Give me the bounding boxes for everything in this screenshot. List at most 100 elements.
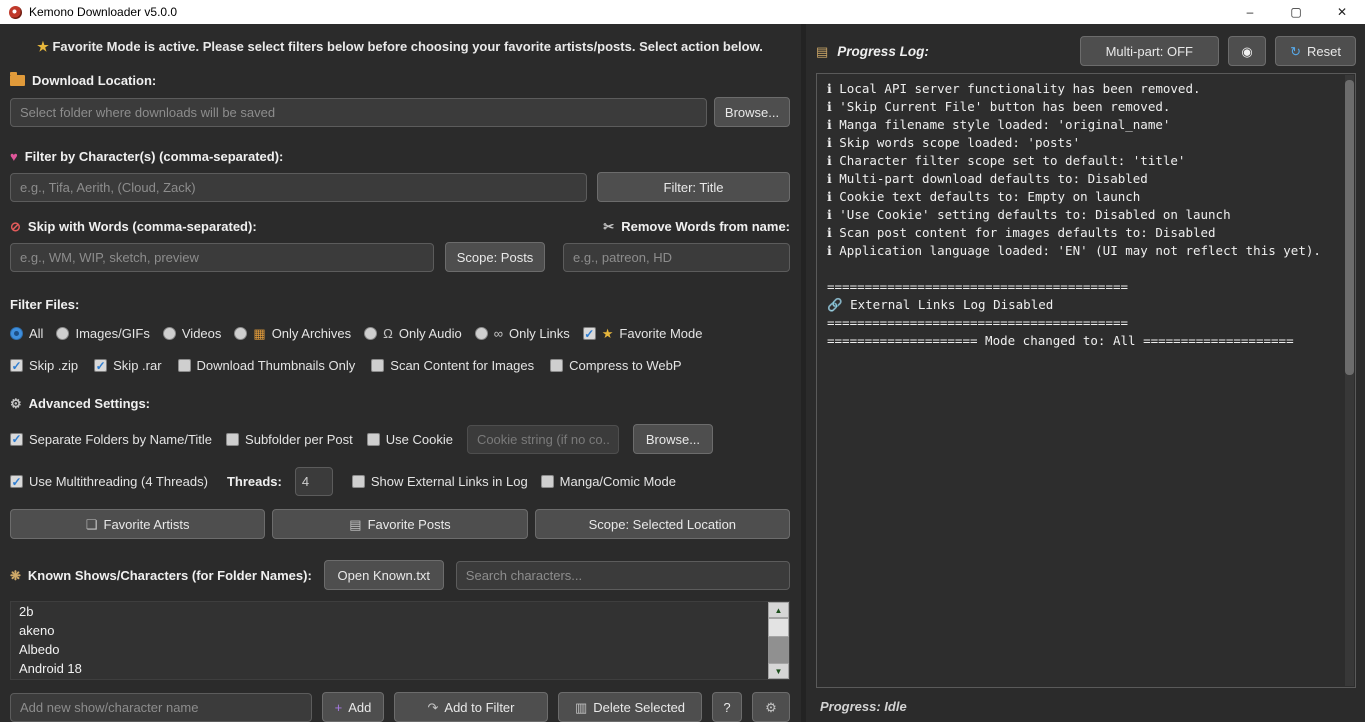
star-icon: ★ bbox=[602, 327, 614, 340]
trash-icon: ▥ bbox=[575, 701, 587, 714]
download-location-input[interactable] bbox=[10, 98, 707, 127]
checkbox-download-thumbnails[interactable]: Download Thumbnails Only bbox=[178, 358, 356, 373]
window-controls: – ▢ ✕ bbox=[1227, 0, 1365, 24]
arrow-icon: ↷ bbox=[428, 701, 439, 714]
radio-only-links[interactable]: ∞ Only Links bbox=[475, 326, 570, 341]
list-item[interactable]: Android 21 bbox=[11, 678, 789, 680]
radio-dot bbox=[475, 327, 488, 340]
log-scrollbar[interactable] bbox=[1345, 75, 1354, 686]
checkbox-box bbox=[10, 433, 23, 446]
remove-words-input[interactable] bbox=[563, 243, 790, 272]
checkbox-use-multithreading[interactable]: Use Multithreading (4 Threads) bbox=[10, 474, 208, 489]
radio-images-gifs[interactable]: Images/GIFs bbox=[56, 326, 149, 341]
favorite-scope-button[interactable]: Scope: Selected Location bbox=[535, 509, 790, 539]
add-button[interactable]: + Add bbox=[322, 692, 384, 722]
list-item[interactable]: akeno bbox=[11, 621, 789, 640]
favorite-posts-button[interactable]: ▤ Favorite Posts bbox=[272, 509, 527, 539]
favorite-artists-button[interactable]: ❏ Favorite Artists bbox=[10, 509, 265, 539]
skip-words-label: ⊘ Skip with Words (comma-separated): bbox=[10, 219, 257, 234]
multipart-toggle-button[interactable]: Multi-part: OFF bbox=[1080, 36, 1219, 66]
log-line bbox=[827, 260, 1345, 278]
checkbox-compress-webp[interactable]: Compress to WebP bbox=[550, 358, 681, 373]
checkbox-favorite-mode[interactable]: ★ Favorite Mode bbox=[583, 326, 703, 341]
reset-button[interactable]: ↻ Reset bbox=[1275, 36, 1356, 66]
progress-log-title: Progress Log: bbox=[837, 44, 929, 59]
search-characters-input[interactable] bbox=[456, 561, 790, 590]
eye-icon: ◉ bbox=[1241, 45, 1252, 58]
log-line: ℹ Manga filename style loaded: 'original… bbox=[827, 116, 1345, 134]
checkbox-skip-zip[interactable]: Skip .zip bbox=[10, 358, 78, 373]
cookie-string-input[interactable] bbox=[467, 425, 619, 454]
radio-all[interactable]: All bbox=[10, 326, 43, 341]
close-button[interactable]: ✕ bbox=[1319, 0, 1365, 24]
folder-icon bbox=[10, 75, 25, 86]
file-option-checkboxes: Skip .zip Skip .rar Download Thumbnails … bbox=[10, 358, 790, 373]
settings-button[interactable]: ⚙ bbox=[752, 692, 790, 722]
checkbox-box bbox=[371, 359, 384, 372]
checkbox-scan-content[interactable]: Scan Content for Images bbox=[371, 358, 534, 373]
list-item[interactable]: 2b bbox=[11, 602, 789, 621]
titlebar: Kemono Downloader v5.0.0 – ▢ ✕ bbox=[0, 0, 1365, 24]
checkbox-skip-rar[interactable]: Skip .rar bbox=[94, 358, 161, 373]
checkbox-box bbox=[541, 475, 554, 488]
list-item[interactable]: Android 18 bbox=[11, 659, 789, 678]
maximize-button[interactable]: ▢ bbox=[1273, 0, 1319, 24]
scroll-up-icon[interactable]: ▲ bbox=[768, 602, 789, 618]
checkbox-box bbox=[583, 327, 596, 340]
log-line: ℹ 'Skip Current File' button has been re… bbox=[827, 98, 1345, 116]
log-line: ℹ Cookie text defaults to: Empty on laun… bbox=[827, 188, 1345, 206]
left-panel: ★ Favorite Mode is active. Please select… bbox=[0, 24, 801, 722]
star-icon: ★ bbox=[37, 40, 49, 53]
file-type-radio-group: All Images/GIFs Videos ▦ Only Archives Ω… bbox=[10, 326, 790, 341]
log-line: ℹ Skip words scope loaded: 'posts' bbox=[827, 134, 1345, 152]
radio-only-archives[interactable]: ▦ Only Archives bbox=[234, 326, 351, 341]
checkbox-manga-comic-mode[interactable]: Manga/Comic Mode bbox=[541, 474, 676, 489]
character-filter-input[interactable] bbox=[10, 173, 587, 202]
threads-input[interactable] bbox=[295, 467, 333, 496]
radio-videos[interactable]: Videos bbox=[163, 326, 222, 341]
browse-cookie-button[interactable]: Browse... bbox=[633, 424, 713, 454]
progress-log-output[interactable]: ℹ Local API server functionality has bee… bbox=[816, 73, 1356, 688]
open-known-txt-button[interactable]: Open Known.txt bbox=[324, 560, 444, 590]
checkbox-box bbox=[94, 359, 107, 372]
checkbox-use-cookie[interactable]: Use Cookie bbox=[367, 432, 453, 447]
known-characters-list[interactable]: 2b akeno Albedo Android 18 Android 21 ▲ … bbox=[10, 601, 790, 680]
checkbox-show-external-links[interactable]: Show External Links in Log bbox=[352, 474, 528, 489]
progress-log-panel: ▤ Progress Log: Multi-part: OFF ◉ ↻ Rese… bbox=[806, 24, 1365, 722]
add-to-filter-button[interactable]: ↷ Add to Filter bbox=[394, 692, 548, 722]
browse-download-button[interactable]: Browse... bbox=[714, 97, 790, 127]
radio-dot bbox=[364, 327, 377, 340]
filter-files-label: Filter Files: bbox=[10, 297, 790, 312]
add-character-input[interactable] bbox=[10, 693, 312, 722]
list-scrollbar[interactable]: ▲ ▼ bbox=[768, 602, 789, 679]
radio-dot bbox=[10, 327, 23, 340]
skip-scope-button[interactable]: Scope: Posts bbox=[445, 242, 545, 272]
minimize-button[interactable]: – bbox=[1227, 0, 1273, 24]
checkbox-box bbox=[226, 433, 239, 446]
eye-button[interactable]: ◉ bbox=[1228, 36, 1266, 66]
scrollbar-thumb[interactable] bbox=[768, 618, 789, 637]
log-scrollbar-thumb[interactable] bbox=[1345, 80, 1354, 375]
app-logo-icon bbox=[9, 6, 22, 19]
character-filter-label: ♥ Filter by Character(s) (comma-separate… bbox=[10, 149, 790, 164]
checkbox-separate-folders[interactable]: Separate Folders by Name/Title bbox=[10, 432, 212, 447]
download-location-label: Download Location: bbox=[10, 73, 790, 88]
archive-icon: ▦ bbox=[253, 327, 265, 340]
radio-only-audio[interactable]: Ω Only Audio bbox=[364, 326, 462, 341]
image-icon: ❏ bbox=[86, 518, 98, 531]
help-button[interactable]: ? bbox=[712, 692, 742, 722]
paw-icon: ❋ bbox=[10, 569, 21, 582]
checkbox-subfolder-per-post[interactable]: Subfolder per Post bbox=[226, 432, 353, 447]
checkbox-box bbox=[10, 359, 23, 372]
checkbox-box bbox=[10, 475, 23, 488]
radio-dot bbox=[234, 327, 247, 340]
scroll-down-icon[interactable]: ▼ bbox=[768, 663, 789, 679]
filter-scope-button[interactable]: Filter: Title bbox=[597, 172, 790, 202]
gear-icon: ⚙ bbox=[765, 701, 777, 714]
delete-selected-button[interactable]: ▥ Delete Selected bbox=[558, 692, 702, 722]
checkbox-box bbox=[367, 433, 380, 446]
list-item[interactable]: Albedo bbox=[11, 640, 789, 659]
skip-words-input[interactable] bbox=[10, 243, 434, 272]
radio-dot bbox=[163, 327, 176, 340]
log-line: ℹ Application language loaded: 'EN' (UI … bbox=[827, 242, 1345, 260]
